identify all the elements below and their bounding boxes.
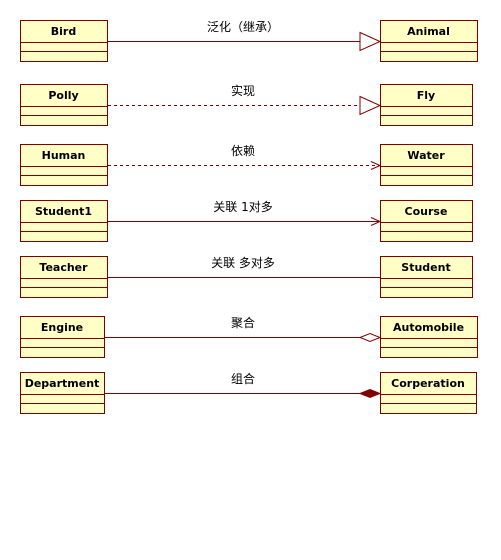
aggregation-diamond-icon [358,332,382,343]
class-box-department[interactable]: Department [20,372,105,414]
class-name: Animal [407,25,450,38]
class-box-human[interactable]: Human [20,144,108,186]
class-box-fly[interactable]: Fly [380,84,473,126]
generalization-arrowhead-icon [359,95,382,116]
composition-diamond-icon [358,388,382,399]
class-name: Engine [41,321,83,334]
class-box-course[interactable]: Course [380,200,473,242]
class-name: Corperation [391,377,465,390]
class-name: Polly [48,89,78,102]
class-name: Human [42,149,86,162]
class-box-corperation[interactable]: Corperation [380,372,477,414]
class-box-polly[interactable]: Polly [20,84,108,126]
class-name: Teacher [39,261,88,274]
generalization-arrowhead-icon [359,31,382,52]
class-name: Student1 [35,205,92,218]
relation-label: 泛化（继承） [207,20,279,34]
class-name: Bird [51,25,76,38]
class-name: Water [407,149,445,162]
relation-label: 组合 [231,371,255,386]
class-box-student[interactable]: Student [380,256,473,298]
class-box-water[interactable]: Water [380,144,473,186]
relation-label: 依赖 [231,143,255,158]
class-name: Department [25,377,100,390]
class-name: Fly [417,89,435,102]
relation-label: 实现 [231,83,255,98]
class-box-student1[interactable]: Student1 [20,200,108,242]
class-box-engine[interactable]: Engine [20,316,105,358]
relation-label: 聚合 [231,315,255,330]
uml-diagram: Bird Animal 泛化（继承） Polly Fly 实现 Human Water 依赖 St… [20,20,478,414]
relation-label: 关联 1对多 [213,200,272,214]
relation-label: 关联 多对多 [211,256,275,270]
class-name: Automobile [393,321,464,334]
class-name: Student [401,261,450,274]
class-box-automobile[interactable]: Automobile [380,316,478,358]
class-name: Course [405,205,448,218]
class-box-animal[interactable]: Animal [380,20,478,62]
class-box-bird[interactable]: Bird [20,20,108,62]
class-box-teacher[interactable]: Teacher [20,256,108,298]
